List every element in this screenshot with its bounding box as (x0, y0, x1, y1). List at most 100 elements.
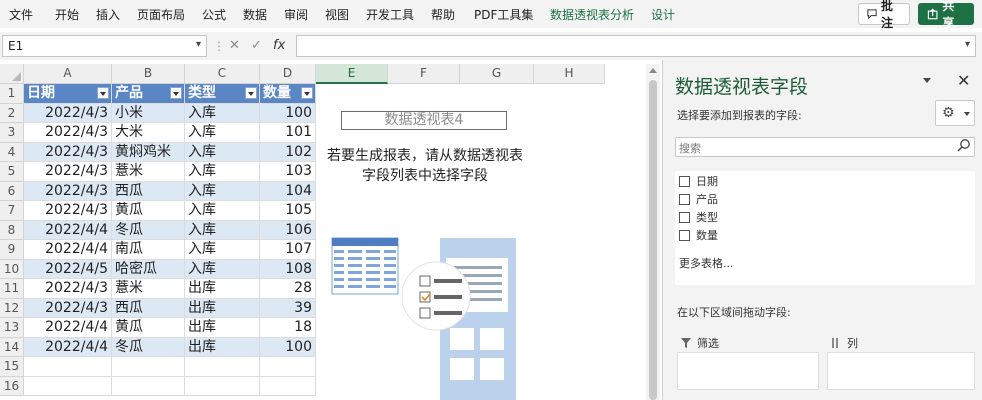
close-icon[interactable]: ✕ (957, 71, 970, 90)
tab-design[interactable]: 设计 (651, 6, 675, 23)
tab-data[interactable]: 数据 (243, 6, 267, 23)
insert-function-button[interactable]: fx (273, 38, 285, 53)
enter-icon[interactable]: ✓ (251, 38, 262, 53)
field-checkbox[interactable] (679, 193, 690, 205)
table-cell[interactable]: 西瓜 (112, 181, 185, 201)
table-cell[interactable]: 2022/4/3 (24, 123, 112, 143)
column-header-a[interactable]: A (24, 64, 112, 84)
table-cell[interactable]: 2022/4/5 (24, 259, 112, 279)
table-cell[interactable]: 出库 (185, 279, 260, 299)
pane-options-chevron-down-icon[interactable] (923, 78, 931, 83)
table-cell[interactable]: 黄焖鸡米 (112, 142, 185, 162)
table-cell[interactable]: 入库 (185, 181, 260, 201)
scroll-up-icon[interactable] (649, 68, 657, 73)
table-cell[interactable]: 薏米 (112, 279, 185, 299)
table-header-cell[interactable]: 产品 (112, 84, 185, 104)
table-cell[interactable]: 104 (260, 181, 316, 201)
empty-cell[interactable] (112, 357, 185, 377)
more-tables-link[interactable]: 更多表格... (679, 255, 734, 271)
scrollbar-thumb[interactable] (649, 80, 657, 400)
search-icon[interactable] (957, 138, 971, 152)
row-header-14[interactable]: 14 (0, 337, 24, 357)
table-cell[interactable]: 小米 (112, 103, 185, 123)
row-header-12[interactable]: 12 (0, 298, 24, 318)
field-item-quantity[interactable]: 数量 (679, 227, 718, 243)
empty-cell[interactable] (260, 376, 316, 396)
table-header-cell[interactable]: 类型 (185, 84, 260, 104)
chevron-down-icon[interactable]: ▾ (196, 39, 201, 50)
table-cell[interactable]: 出库 (185, 337, 260, 357)
tab-view[interactable]: 视图 (325, 6, 349, 23)
column-header-g[interactable]: G (460, 64, 534, 84)
table-cell[interactable]: 入库 (185, 259, 260, 279)
row-header-2[interactable]: 2 (0, 103, 24, 123)
column-header-c[interactable]: C (185, 64, 260, 84)
table-cell[interactable]: 106 (260, 220, 316, 240)
empty-cell[interactable] (185, 376, 260, 396)
table-cell[interactable]: 南瓜 (112, 240, 185, 260)
comment-button[interactable]: 批注 (858, 0, 910, 30)
table-cell[interactable]: 2022/4/4 (24, 337, 112, 357)
field-item-product[interactable]: 产品 (679, 191, 718, 207)
table-cell[interactable]: 2022/4/4 (24, 220, 112, 240)
table-cell[interactable]: 入库 (185, 142, 260, 162)
row-header-8[interactable]: 8 (0, 220, 24, 240)
table-header-cell[interactable]: 数量 (260, 84, 316, 104)
table-cell[interactable]: 2022/4/3 (24, 142, 112, 162)
cancel-icon[interactable]: ✕ (229, 38, 240, 53)
table-cell[interactable]: 黄瓜 (112, 201, 185, 221)
table-cell[interactable]: 薏米 (112, 162, 185, 182)
table-cell[interactable]: 2022/4/4 (24, 240, 112, 260)
formula-input[interactable]: ▾ (296, 35, 976, 57)
field-checkbox[interactable] (679, 175, 690, 187)
field-checkbox[interactable] (679, 229, 690, 241)
tab-formulas[interactable]: 公式 (202, 6, 226, 23)
row-header-15[interactable]: 15 (0, 357, 24, 377)
tab-file[interactable]: 文件 (9, 6, 33, 23)
filter-dropdown-icon[interactable] (97, 87, 109, 99)
column-header-f[interactable]: F (388, 64, 460, 84)
table-header-cell[interactable]: 日期 (24, 84, 112, 104)
table-cell[interactable]: 冬瓜 (112, 220, 185, 240)
tab-pivot-analyze[interactable]: 数据透视表分析 (550, 6, 634, 23)
filter-dropdown-icon[interactable] (170, 87, 182, 99)
select-all-corner[interactable] (0, 64, 24, 84)
table-cell[interactable]: 2022/4/3 (24, 298, 112, 318)
table-cell[interactable]: 105 (260, 201, 316, 221)
table-cell[interactable]: 2022/4/3 (24, 103, 112, 123)
row-header-3[interactable]: 3 (0, 123, 24, 143)
filter-dropdown-icon[interactable] (245, 87, 257, 99)
table-cell[interactable]: 2022/4/3 (24, 279, 112, 299)
tab-help[interactable]: 帮助 (431, 6, 455, 23)
table-cell[interactable]: 哈密瓜 (112, 259, 185, 279)
table-cell[interactable]: 2022/4/3 (24, 181, 112, 201)
table-cell[interactable]: 入库 (185, 123, 260, 143)
tab-developer[interactable]: 开发工具 (366, 6, 414, 23)
empty-cell[interactable] (185, 357, 260, 377)
row-header-13[interactable]: 13 (0, 318, 24, 338)
filter-dropdown-icon[interactable] (301, 87, 313, 99)
pane-settings-button[interactable]: ⚙ (935, 100, 975, 126)
field-checkbox[interactable] (679, 211, 690, 223)
row-header-9[interactable]: 9 (0, 240, 24, 260)
table-cell[interactable]: 出库 (185, 298, 260, 318)
name-box[interactable]: E1 ▾ (2, 35, 207, 57)
table-cell[interactable]: 2022/4/3 (24, 201, 112, 221)
tab-insert[interactable]: 插入 (96, 6, 120, 23)
table-cell[interactable]: 39 (260, 298, 316, 318)
table-cell[interactable]: 100 (260, 337, 316, 357)
table-cell[interactable]: 102 (260, 142, 316, 162)
table-cell[interactable]: 黄瓜 (112, 318, 185, 338)
field-item-date[interactable]: 日期 (679, 173, 718, 189)
column-header-d[interactable]: D (260, 64, 316, 84)
expand-formula-icon[interactable]: ▾ (965, 39, 970, 50)
table-cell[interactable]: 入库 (185, 240, 260, 260)
table-cell[interactable]: 出库 (185, 318, 260, 338)
empty-cell[interactable] (24, 357, 112, 377)
field-item-type[interactable]: 类型 (679, 209, 718, 225)
tab-review[interactable]: 审阅 (284, 6, 308, 23)
table-cell[interactable]: 西瓜 (112, 298, 185, 318)
column-header-e[interactable]: E (316, 64, 388, 84)
row-header-5[interactable]: 5 (0, 162, 24, 182)
row-header-1[interactable]: 1 (0, 84, 24, 104)
